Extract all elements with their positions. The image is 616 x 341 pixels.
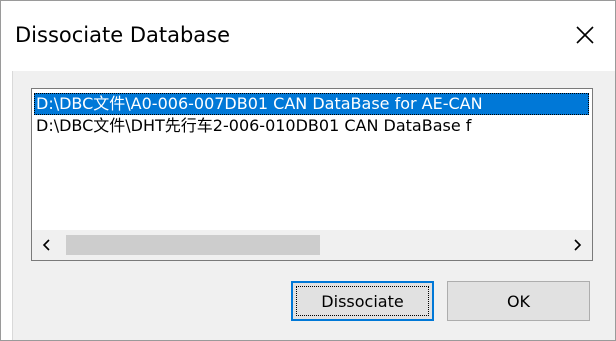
scroll-right-button[interactable] [562,230,592,260]
horizontal-scrollbar[interactable] [32,230,592,260]
list-item-label: D:\DBC文件\DHT先行车2-006-010DB01 CAN DataBas… [36,116,472,135]
ok-button-label: OK [506,291,531,311]
list-item-label: D:\DBC文件\A0-006-007DB01 CAN DataBase for… [36,94,483,113]
dissociate-button[interactable]: Dissociate [291,281,434,321]
list-item[interactable]: D:\DBC文件\A0-006-007DB01 CAN DataBase for… [34,93,589,115]
ok-button[interactable]: OK [447,281,590,321]
title-bar: Dissociate Database [1,1,615,71]
database-listbox[interactable]: D:\DBC文件\A0-006-007DB01 CAN DataBase for… [31,88,593,261]
window-edge [1,71,13,340]
focus-ring [296,286,429,316]
scrollbar-thumb[interactable] [66,235,320,255]
chevron-left-icon [42,239,50,251]
scroll-left-button[interactable] [32,230,62,260]
close-icon [576,26,594,44]
chevron-right-icon [574,239,582,251]
dissociate-database-dialog: Dissociate Database D:\DBC文件\A0-006-007D… [0,0,616,341]
list-item[interactable]: D:\DBC文件\DHT先行车2-006-010DB01 CAN DataBas… [34,115,589,137]
dialog-title: Dissociate Database [15,23,231,47]
close-button[interactable] [565,15,605,55]
